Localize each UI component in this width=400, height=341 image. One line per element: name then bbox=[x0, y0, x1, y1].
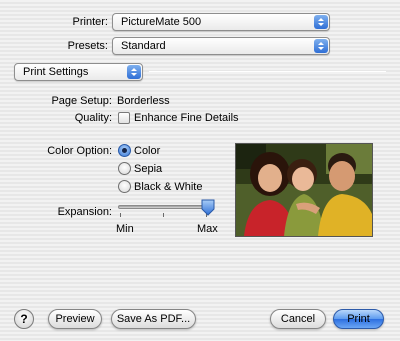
expansion-slider-ticks bbox=[118, 213, 210, 217]
printer-popup-value: PictureMate 500 bbox=[121, 16, 202, 28]
preview-photo bbox=[235, 143, 373, 237]
popup-arrows-icon bbox=[127, 65, 141, 79]
popup-arrows-icon bbox=[314, 15, 328, 29]
printer-popup[interactable]: PictureMate 500 bbox=[112, 13, 330, 31]
sepia-radio[interactable] bbox=[118, 162, 131, 175]
help-button[interactable]: ? bbox=[14, 309, 34, 329]
color-option-label: Color Option: bbox=[47, 145, 112, 157]
black-white-radio-label[interactable]: Black & White bbox=[134, 180, 202, 194]
enhance-fine-details-label[interactable]: Enhance Fine Details bbox=[134, 111, 239, 125]
panel-separator bbox=[149, 71, 386, 72]
cancel-button[interactable]: Cancel bbox=[270, 309, 326, 329]
page-setup-label: Page Setup: bbox=[51, 95, 112, 107]
panel-popup-value: Print Settings bbox=[23, 66, 89, 78]
black-white-radio[interactable] bbox=[118, 180, 131, 193]
print-button[interactable]: Print bbox=[333, 309, 384, 329]
quality-label: Quality: bbox=[74, 112, 112, 124]
presets-popup[interactable]: Standard bbox=[112, 37, 330, 55]
panel-popup[interactable]: Print Settings bbox=[14, 63, 143, 81]
expansion-max-label: Max bbox=[197, 223, 218, 235]
expansion-slider-thumb[interactable] bbox=[201, 199, 215, 216]
expansion-min-label: Min bbox=[116, 223, 134, 235]
preview-button[interactable]: Preview bbox=[48, 309, 102, 329]
color-radio[interactable] bbox=[118, 144, 131, 157]
page-setup-value: Borderless bbox=[117, 95, 170, 107]
presets-label: Presets: bbox=[67, 40, 108, 52]
slider-tick bbox=[120, 213, 121, 217]
printer-label: Printer: bbox=[72, 16, 108, 28]
save-as-pdf-button[interactable]: Save As PDF... bbox=[111, 309, 196, 329]
popup-arrows-icon bbox=[314, 39, 328, 53]
color-radio-label[interactable]: Color bbox=[134, 144, 160, 158]
sepia-radio-label[interactable]: Sepia bbox=[134, 162, 162, 176]
expansion-label: Expansion: bbox=[57, 206, 112, 218]
slider-tick bbox=[163, 213, 164, 217]
presets-popup-value: Standard bbox=[121, 40, 166, 52]
enhance-fine-details-checkbox[interactable] bbox=[118, 112, 130, 124]
expansion-slider-track[interactable] bbox=[118, 205, 210, 209]
